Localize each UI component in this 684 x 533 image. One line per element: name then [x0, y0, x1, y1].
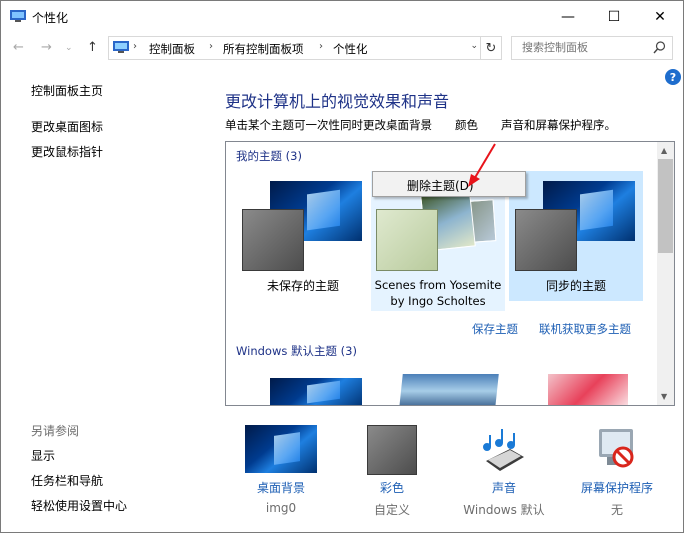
desktop-background-label[interactable]: 桌面背景	[231, 479, 331, 496]
default-theme-windows10-thumbnail[interactable]	[399, 374, 499, 405]
desktop-background-item[interactable]: 桌面背景 img0	[231, 425, 331, 525]
see-also-header: 另请参阅	[31, 424, 80, 438]
control-panel-icon	[113, 41, 129, 53]
see-also-display[interactable]: 显示	[31, 447, 55, 464]
breadcrumb-control-panel[interactable]: 控制面板	[149, 41, 195, 57]
search-input[interactable]	[512, 37, 652, 57]
color-swatch-icon	[367, 425, 417, 475]
color-item[interactable]: 彩色 自定义	[342, 425, 442, 525]
scrollbar-thumb[interactable]	[658, 159, 673, 253]
theme-name: Scenes from Yosemite by Ingo Scholtes	[374, 278, 502, 308]
close-button[interactable]: ✕	[637, 1, 683, 32]
maximize-button[interactable]: ☐	[591, 1, 637, 32]
desktop-background-icon	[245, 425, 317, 473]
search-box[interactable]	[511, 36, 673, 60]
theme-list-scrollbar[interactable]: ▲ ▼	[657, 142, 674, 405]
breadcrumb-all-items[interactable]: 所有控制面板项	[223, 41, 304, 57]
personalization-window: 个性化 — ☐ ✕ ← → ⌄ ↑ › 控制面板 › 所有控制面板项 › 个性化…	[0, 0, 684, 533]
refresh-icon[interactable]: ↻	[480, 37, 501, 59]
address-dropdown-icon[interactable]: ⌄	[470, 41, 478, 51]
color-label[interactable]: 彩色	[342, 479, 442, 496]
sidebar-change-mouse-pointer[interactable]: 更改鼠标指针	[31, 143, 103, 160]
breadcrumb-separator-icon: ›	[209, 41, 213, 52]
screensaver-item[interactable]: 屏幕保护程序 无	[567, 425, 667, 525]
sidebar-control-panel-home[interactable]: 控制面板主页	[31, 82, 103, 99]
sound-value: Windows 默认	[463, 503, 545, 517]
context-menu: 删除主题(D)	[372, 171, 526, 197]
see-also-taskbar-navigation[interactable]: 任务栏和导航	[31, 472, 103, 489]
desktop-background-value: img0	[265, 501, 297, 515]
scroll-down-icon[interactable]: ▼	[661, 392, 667, 401]
help-icon[interactable]: ?	[665, 69, 681, 85]
search-icon[interactable]	[653, 41, 666, 54]
sound-item[interactable]: 声音 Windows 默认	[454, 425, 554, 525]
breadcrumb-separator-icon: ›	[133, 41, 137, 52]
red-annotation-arrow-icon	[468, 143, 496, 187]
breadcrumb-separator-icon: ›	[319, 41, 323, 52]
theme-name: 未保存的主题	[266, 279, 339, 293]
windows-default-themes-group-label: Windows 默认主题 (3)	[236, 344, 357, 358]
title-bar: 个性化 — ☐ ✕	[1, 1, 683, 32]
screensaver-icon	[599, 429, 634, 468]
save-theme-link[interactable]: 保存主题	[472, 321, 518, 337]
theme-unsaved[interactable]: 未保存的主题	[236, 171, 370, 301]
personalization-app-icon	[10, 10, 26, 22]
minimize-button[interactable]: —	[545, 1, 591, 32]
address-row: ← → ⌄ ↑ › 控制面板 › 所有控制面板项 › 个性化 ⌄ ↻	[1, 34, 683, 62]
breadcrumb-personalization[interactable]: 个性化	[333, 41, 368, 57]
sound-label[interactable]: 声音	[454, 479, 554, 496]
sidebar-change-desktop-icons[interactable]: 更改桌面图标	[31, 118, 103, 135]
my-themes-group-label: 我的主题 (3)	[236, 149, 302, 163]
screensaver-value: 无	[610, 503, 623, 517]
forward-arrow-icon[interactable]: →	[41, 40, 52, 55]
recent-locations-chevron-icon[interactable]: ⌄	[65, 43, 73, 53]
screensaver-label[interactable]: 屏幕保护程序	[567, 479, 667, 496]
see-also-ease-of-access[interactable]: 轻松使用设置中心	[31, 497, 127, 514]
theme-color-swatch	[376, 209, 438, 271]
default-theme-flowers-thumbnail[interactable]	[548, 374, 628, 405]
page-title: 更改计算机上的视觉效果和声音	[225, 92, 450, 111]
up-arrow-icon[interactable]: ↑	[87, 40, 98, 55]
theme-synced[interactable]: 同步的主题	[509, 171, 643, 301]
delete-theme-menu-item[interactable]: 删除主题(D)	[407, 177, 474, 194]
address-bar[interactable]: › 控制面板 › 所有控制面板项 › 个性化 ⌄ ↻	[108, 36, 502, 60]
page-description: 单击某个主题可一次性同时更改桌面背景 颜色 声音和屏幕保护程序。	[225, 118, 616, 132]
get-more-themes-online-link[interactable]: 联机获取更多主题	[539, 321, 631, 337]
sound-icon	[483, 429, 524, 471]
scroll-up-icon[interactable]: ▲	[661, 146, 667, 155]
default-theme-windows-thumbnail[interactable]	[270, 378, 362, 405]
window-title: 个性化	[32, 11, 69, 25]
theme-name: 同步的主题	[545, 279, 606, 293]
theme-color-swatch	[515, 209, 577, 271]
back-arrow-icon[interactable]: ←	[13, 40, 24, 55]
color-value: 自定义	[373, 503, 410, 517]
theme-color-swatch	[242, 209, 304, 271]
